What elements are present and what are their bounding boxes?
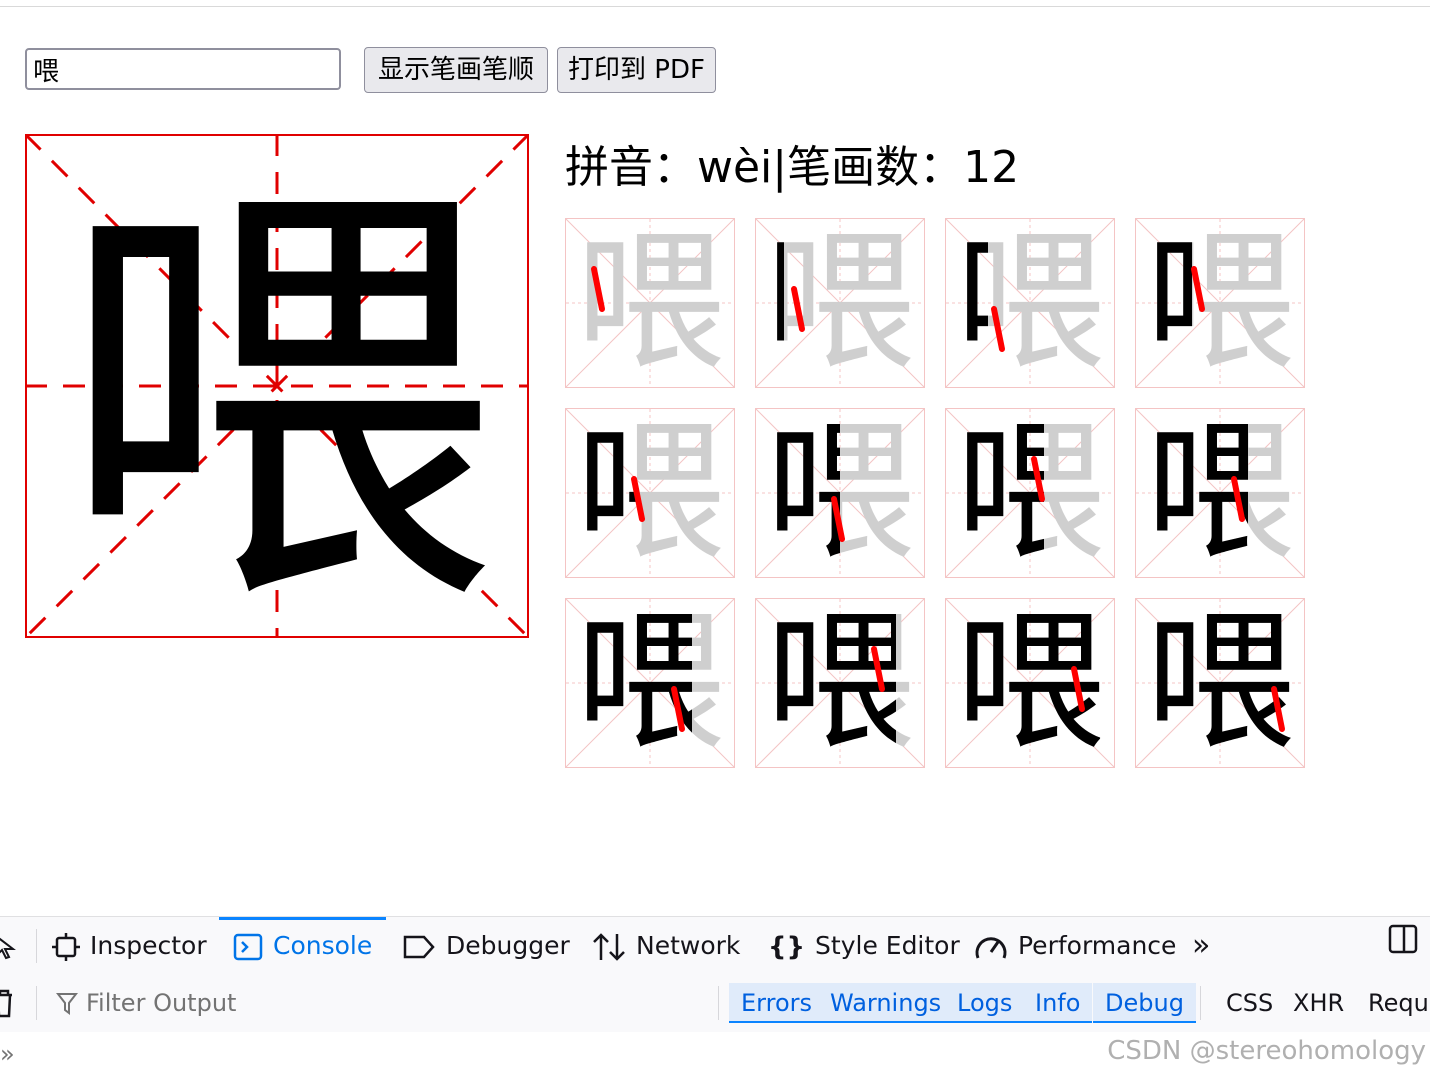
stroke-step-6: 喂喂 (755, 408, 925, 578)
tab-inspector[interactable]: Inspector (52, 917, 207, 975)
console-prompt-icon: » (0, 1040, 15, 1068)
filter-separator (36, 986, 37, 1020)
current-stroke-highlight (1191, 266, 1205, 312)
tab-performance[interactable]: Performance (974, 917, 1176, 975)
filter-separator-2 (718, 986, 719, 1020)
tab-style-editor[interactable]: {} Style Editor (768, 917, 960, 975)
element-picker-icon[interactable] (0, 917, 26, 975)
tab-network[interactable]: Network (592, 917, 740, 975)
stroke-order-grid: 喂喂喂喂喂喂喂喂喂喂喂喂喂喂喂喂喂喂喂喂喂喂喂喂 (565, 218, 1305, 768)
current-stroke-highlight (1071, 666, 1085, 712)
console-filter-bar: Filter Output Errors Warnings Logs Info … (0, 974, 1430, 1033)
debugger-icon (403, 935, 435, 959)
toolbar-separator (36, 929, 37, 963)
console-icon (233, 933, 263, 961)
dock-layout-icon[interactable] (1388, 917, 1418, 975)
inspector-icon (52, 933, 80, 961)
current-stroke-highlight (591, 266, 605, 312)
filter-icon (55, 992, 79, 1020)
stroke-step-8: 喂喂 (1135, 408, 1305, 578)
stroke-step-4: 喂喂 (1135, 218, 1305, 388)
stroke-step-11: 喂喂 (945, 598, 1115, 768)
current-stroke-highlight (871, 646, 885, 692)
style-editor-icon: {} (768, 932, 806, 962)
current-stroke-highlight (791, 286, 805, 332)
stroke-step-9: 喂喂 (565, 598, 735, 768)
stroke-step-1: 喂喂 (565, 218, 735, 388)
type-xhr[interactable]: XHR (1293, 974, 1344, 1032)
current-stroke-highlight (831, 496, 845, 542)
performance-icon (975, 937, 1007, 959)
current-stroke-highlight (1271, 686, 1285, 732)
level-errors[interactable]: Errors (729, 983, 825, 1023)
stroke-step-5: 喂喂 (565, 408, 735, 578)
level-warnings[interactable]: Warnings (818, 983, 954, 1023)
stroke-step-10: 喂喂 (755, 598, 925, 768)
level-logs[interactable]: Logs (945, 983, 1025, 1023)
current-stroke-highlight (631, 476, 645, 522)
type-css[interactable]: CSS (1226, 974, 1273, 1032)
network-icon (593, 933, 625, 961)
large-character-glyph: 喂 (57, 146, 497, 638)
show-strokes-button[interactable]: 显示笔画笔顺 (364, 47, 548, 93)
console-output[interactable]: » CSDN @stereohomology (0, 1032, 1430, 1078)
watermark: CSDN @stereohomology (1107, 1036, 1426, 1066)
type-requests[interactable]: Reque (1368, 974, 1430, 1032)
stroke-step-2: 喂喂 (755, 218, 925, 388)
more-tabs-chevron-icon[interactable]: » (1192, 917, 1210, 975)
tab-debugger[interactable]: Debugger (402, 917, 570, 975)
filter-separator-3 (1200, 986, 1201, 1020)
filter-output-input[interactable]: Filter Output (86, 974, 236, 1032)
current-stroke-highlight (991, 306, 1005, 352)
stroke-step-3: 喂喂 (945, 218, 1115, 388)
page-top-border (0, 6, 1430, 7)
character-grid-large: 喂 (25, 134, 529, 638)
character-input[interactable] (25, 48, 341, 90)
level-info[interactable]: Info (1023, 983, 1093, 1023)
trash-icon[interactable] (0, 988, 14, 1022)
pinyin-stroke-info: 拼音：wèi|笔画数：12 (565, 142, 1020, 193)
level-debug[interactable]: Debug (1093, 983, 1196, 1023)
tab-console[interactable]: Console (219, 917, 387, 975)
stroke-step-7: 喂喂 (945, 408, 1115, 578)
print-pdf-button[interactable]: 打印到 PDF (557, 47, 716, 93)
current-stroke-highlight (1231, 476, 1245, 522)
stroke-step-12: 喂喂 (1135, 598, 1305, 768)
devtools-toolbar: Inspector Console Debugger Network {} Sty… (0, 916, 1430, 976)
devtools-panel: Inspector Console Debugger Network {} Sty… (0, 916, 1430, 1078)
mi-grid: 喂 (25, 134, 529, 638)
current-stroke-highlight (671, 686, 685, 732)
current-stroke-highlight (1031, 456, 1045, 502)
